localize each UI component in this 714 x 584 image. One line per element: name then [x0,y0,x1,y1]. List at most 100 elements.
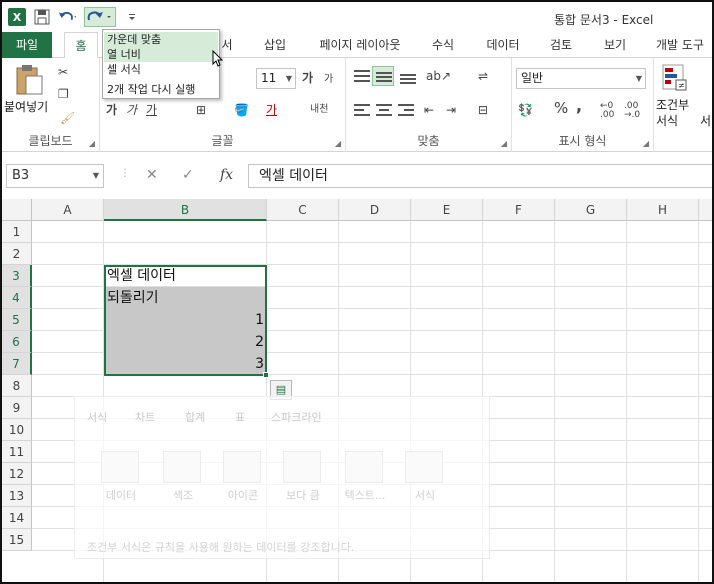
cell-b5[interactable]: 1 [104,309,267,331]
cell-b7[interactable]: 3 [104,353,267,375]
tab-formulas[interactable]: 수식 [426,32,460,58]
number-format-select[interactable]: 일반 ▼ [516,68,646,89]
redo-menu-item[interactable]: 셀 서식 [104,62,218,77]
font-size-select[interactable]: 11 ▼ [256,68,296,89]
insert-function-icon[interactable]: fx [220,167,233,183]
align-bottom-icon[interactable] [400,70,416,84]
tab-developer[interactable]: 개발 도구 [650,32,710,58]
select-all-corner[interactable] [2,199,32,221]
qa-tab-totals[interactable]: 합계 [185,409,205,425]
align-middle-icon[interactable] [372,66,394,86]
cut-icon[interactable]: ✂ [58,64,68,80]
shrink-font-icon[interactable]: 가 [324,72,333,88]
redo-menu-item[interactable]: 가운데 맞춤 [104,32,218,47]
percent-style-button[interactable]: % [554,100,568,116]
row-header-11[interactable]: 11 [2,441,32,463]
tab-review[interactable]: 검토 [544,32,578,58]
align-top-icon[interactable] [354,70,370,84]
row-header-4[interactable]: 4 [2,287,32,309]
row-header-7[interactable]: 7 [2,353,32,375]
fill-color-icon[interactable]: 🪣 [234,102,249,118]
tab-file[interactable]: 파일 [2,32,52,58]
decrease-decimal-icon[interactable]: .00 →.0 [624,102,640,120]
customize-qat-icon[interactable] [122,7,142,27]
confirm-icon[interactable]: ✓ [182,167,194,183]
redo-icon[interactable] [84,7,116,27]
row-header-5[interactable]: 5 [2,309,32,331]
tab-home[interactable]: 홈 [64,32,98,59]
tab-insert[interactable]: 삽입 [258,32,292,58]
cell-b3[interactable]: 엑셀 데이터 [104,265,267,287]
name-box[interactable]: B3 ▼ [6,164,104,188]
increase-indent-icon[interactable]: ⇥ [446,102,456,118]
comma-style-button[interactable]: , [576,98,582,114]
column-header-a[interactable]: A [32,199,104,221]
row-header-12[interactable]: 12 [2,463,32,485]
column-header-i[interactable] [699,199,712,221]
underline-button[interactable]: 가 [146,102,157,118]
row-header-13[interactable]: 13 [2,485,32,507]
qa-color-scale-icon[interactable] [163,451,201,483]
launcher-icon[interactable]: ◢ [643,139,649,148]
align-left-icon[interactable] [354,104,370,116]
qa-tab-format[interactable]: 서식 [87,409,107,425]
conditional-formatting-label2[interactable]: 서식 [656,112,678,129]
launcher-icon[interactable]: ◢ [335,139,341,148]
qa-icon-set-icon[interactable] [223,451,261,483]
accounting-format-icon[interactable]: 💱 [518,102,533,118]
formula-input[interactable]: 엑셀 데이터 [248,164,712,188]
launcher-icon[interactable]: ◢ [89,139,95,148]
column-header-c[interactable]: C [267,199,339,221]
conditional-formatting-icon[interactable]: ≠ [662,64,688,92]
decrease-indent-icon[interactable]: ⇤ [424,102,434,118]
qa-clear-format-icon[interactable] [405,451,443,483]
cell-b4[interactable]: 되돌리기 [104,287,267,309]
save-icon[interactable] [32,7,52,27]
splitter-icon[interactable]: ⋮ [120,168,130,179]
qa-greater-than-icon[interactable] [283,451,321,483]
phonetic-icon[interactable]: 내천 [310,102,328,118]
cell-styles-label[interactable]: 서 [700,112,711,129]
column-header-e[interactable]: E [411,199,483,221]
paste-icon[interactable] [14,64,44,96]
conditional-formatting-label[interactable]: 조건부 [656,96,689,113]
qa-tab-sparklines[interactable]: 스파크라인 [271,409,322,425]
align-right-icon[interactable] [398,104,414,116]
qa-data-bars-icon[interactable] [101,451,139,483]
format-painter-icon[interactable]: 🖌 [60,110,75,126]
merge-center-icon[interactable]: ⊟ [478,102,488,118]
cancel-icon[interactable]: ✕ [146,167,158,183]
row-header-14[interactable]: 14 [2,507,32,529]
bold-button[interactable]: 가 [106,102,117,118]
row-header-1[interactable]: 1 [2,221,32,243]
column-header-g[interactable]: G [555,199,627,221]
redo-menu-item[interactable]: 열 너비 [104,47,218,62]
borders-icon[interactable]: ⊞ [196,102,206,118]
wrap-text-icon[interactable]: ⇌ [478,68,488,84]
qa-text-contains-icon[interactable] [345,451,383,483]
row-header-9[interactable]: 9 [2,397,32,419]
tab-view[interactable]: 보기 [598,32,632,58]
align-center-icon[interactable] [376,104,392,116]
tab-data[interactable]: 데이터 [480,32,526,58]
column-header-h[interactable]: H [627,199,699,221]
column-header-d[interactable]: D [339,199,411,221]
row-header-6[interactable]: 6 [2,331,32,353]
row-header-8[interactable]: 8 [2,375,32,397]
column-header-b[interactable]: B [104,199,267,221]
fill-handle[interactable] [263,372,269,378]
italic-button[interactable]: 가 [126,102,137,118]
font-color-icon[interactable]: 가 [266,102,277,118]
undo-icon[interactable] [58,7,78,27]
row-header-10[interactable]: 10 [2,419,32,441]
paste-button-label[interactable]: 붙여넣기 [4,98,48,115]
grow-font-icon[interactable]: 가 [302,70,313,86]
row-header-15[interactable]: 15 [2,529,32,551]
copy-icon[interactable]: ❐ [58,86,69,102]
row-header-3[interactable]: 3 [2,265,32,287]
cell-b6[interactable]: 2 [104,331,267,353]
excel-app-icon[interactable]: X [8,8,26,26]
increase-decimal-icon[interactable]: ←0.00 [600,102,614,120]
qa-tab-tables[interactable]: 표 [235,409,245,425]
orientation-icon[interactable]: ab↗ [426,68,451,84]
